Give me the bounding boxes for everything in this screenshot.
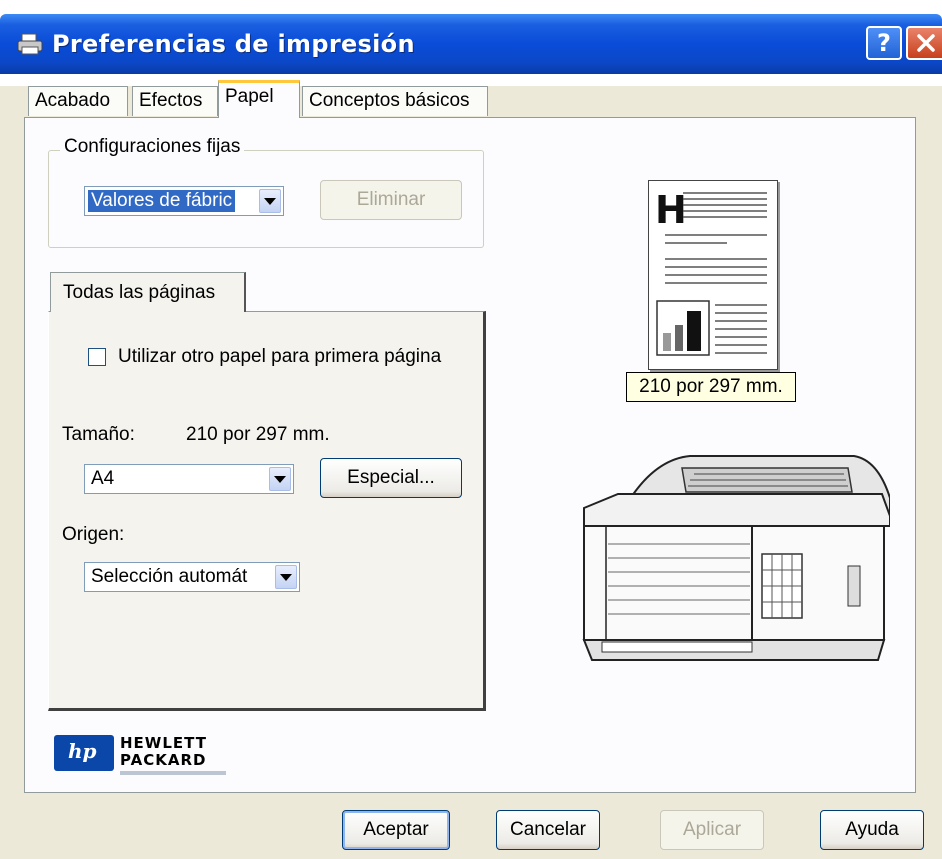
tab-todas-las-paginas[interactable]: Todas las páginas xyxy=(50,272,246,312)
preview-size-label: 210 por 297 mm. xyxy=(626,372,796,402)
paper-source-combo[interactable]: Selección automát xyxy=(84,562,300,592)
presets-legend: Configuraciones fijas xyxy=(60,136,245,158)
size-label: Tamaño: xyxy=(62,424,135,445)
chevron-down-icon[interactable] xyxy=(275,565,297,589)
hp-brand-name: HEWLETT PACKARD xyxy=(120,734,207,769)
close-button[interactable] xyxy=(906,26,942,60)
ok-button[interactable]: Aceptar xyxy=(342,810,450,850)
print-preferences-dialog: Preferencias de impresión ? Acabado Efec… xyxy=(0,0,942,859)
tab-acabado[interactable]: Acabado xyxy=(28,86,128,116)
svg-text:H: H xyxy=(655,188,687,232)
paper-size-combo[interactable]: A4 xyxy=(84,464,294,494)
tab-bar: Acabado Efectos Papel Conceptos básicos xyxy=(0,74,942,118)
first-page-checkbox[interactable] xyxy=(88,348,106,366)
help-button[interactable]: Ayuda xyxy=(820,810,924,850)
printer-icon xyxy=(17,33,43,55)
custom-size-button[interactable]: Especial... xyxy=(320,458,462,498)
page-preview: H xyxy=(648,180,778,370)
hp-logo: hp HEWLETT PACKARD xyxy=(50,727,230,777)
help-title-button[interactable]: ? xyxy=(866,26,902,60)
presets-combo[interactable]: Valores de fábric xyxy=(84,186,284,216)
printer-illustration xyxy=(582,455,890,661)
paper-size-value: A4 xyxy=(91,468,115,489)
cancel-button[interactable]: Cancelar xyxy=(496,810,600,850)
tab-conceptos-basicos[interactable]: Conceptos básicos xyxy=(302,86,488,116)
window-title: Preferencias de impresión xyxy=(52,30,415,58)
source-label: Origen: xyxy=(62,524,125,545)
hp-badge: hp xyxy=(54,735,114,771)
size-dimensions-text: 210 por 297 mm. xyxy=(186,424,330,445)
delete-preset-button[interactable]: Eliminar xyxy=(320,180,462,220)
paper-source-value: Selección automát xyxy=(91,566,248,587)
hp-brand-bar xyxy=(120,771,226,775)
first-page-label: Utilizar otro papel para primera página xyxy=(118,346,442,367)
close-icon xyxy=(917,34,935,52)
page-preview-icon: H xyxy=(655,188,767,356)
tab-efectos[interactable]: Efectos xyxy=(132,86,218,116)
apply-button[interactable]: Aplicar xyxy=(660,810,764,850)
chevron-down-icon[interactable] xyxy=(269,467,291,491)
tab-papel[interactable]: Papel xyxy=(218,80,300,118)
all-pages-panel xyxy=(48,311,486,711)
chevron-down-icon[interactable] xyxy=(259,189,281,213)
presets-combo-value: Valores de fábric xyxy=(86,189,237,213)
